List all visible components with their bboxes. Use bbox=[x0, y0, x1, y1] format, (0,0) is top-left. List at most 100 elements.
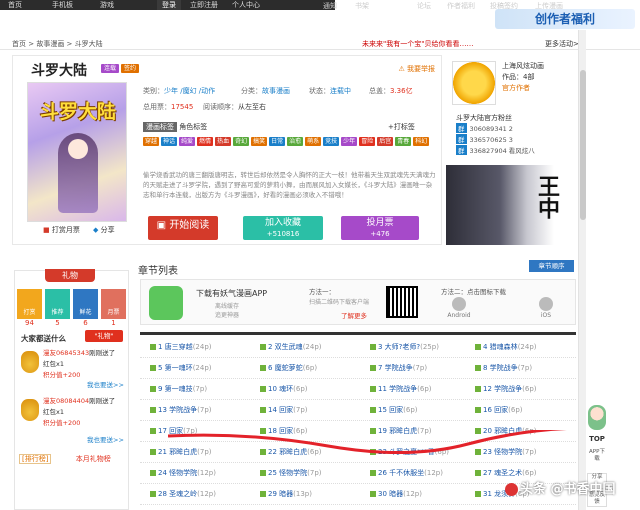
fan-group-1: 群 306089341 2 bbox=[456, 123, 513, 133]
promo-image[interactable]: 王中 bbox=[446, 165, 581, 245]
share-button[interactable]: ◆ 分享 bbox=[93, 225, 115, 235]
tip-button[interactable]: ■ 打赏月票 bbox=[43, 225, 80, 235]
report-link[interactable]: ⚠ 我要举报 bbox=[398, 64, 435, 74]
category-line: 分类：故事漫画 bbox=[241, 87, 290, 95]
android-download[interactable]: Android bbox=[439, 296, 479, 322]
ios-download[interactable]: iOS bbox=[526, 296, 566, 322]
tag-chip[interactable]: 萌系 bbox=[305, 137, 322, 146]
chapter-link[interactable]: 9 第一魂技(7p) bbox=[150, 384, 207, 394]
chapter-pages: (12p) bbox=[403, 490, 422, 498]
tag-chip[interactable]: 治愈 bbox=[287, 137, 304, 146]
learn-more-link[interactable]: 了解更多 bbox=[341, 310, 367, 320]
official-author-badge: 官方作者 bbox=[502, 84, 530, 92]
tag-chip[interactable]: 纯爱 bbox=[179, 137, 196, 146]
comic-cover[interactable]: 斗罗大陆 bbox=[27, 82, 127, 222]
tag-chip[interactable]: 后宫 bbox=[377, 137, 394, 146]
chapter-pages: (6p) bbox=[417, 385, 432, 393]
tag-chip[interactable]: 冒险 bbox=[359, 137, 376, 146]
send-gift-link[interactable]: 我也要送>> bbox=[87, 434, 124, 444]
tag-chip[interactable]: 奇幻 bbox=[233, 137, 250, 146]
gift-flower[interactable]: 鲜花 bbox=[73, 289, 98, 319]
news-ticker[interactable]: 未来来"我有一个宝"贝给你看看…… bbox=[362, 39, 473, 49]
author-name[interactable]: 上海风炫动画 bbox=[502, 61, 544, 71]
donor-user[interactable]: 漫友08084404 bbox=[43, 397, 89, 405]
register-link[interactable]: 立即注册 bbox=[190, 0, 218, 10]
chapter-link[interactable]: 12 学院战争(6p) bbox=[475, 384, 537, 394]
tag-chip[interactable]: 搞笑 bbox=[251, 137, 268, 146]
tag-chip[interactable]: 竞技 bbox=[323, 137, 340, 146]
chapter-title: 14 回家 bbox=[268, 406, 294, 414]
chapter-link[interactable]: 10 魂环(6p) bbox=[260, 384, 308, 394]
add-favorite-button[interactable]: 加入收藏 +510816 bbox=[243, 216, 323, 240]
chapter-link[interactable]: 6 魔蛇萝蛇(6p) bbox=[260, 363, 317, 373]
gift-monthly[interactable]: 月票 bbox=[101, 289, 126, 319]
nav-forum[interactable]: 论坛 bbox=[417, 1, 431, 11]
gift-tip[interactable]: 打赏 bbox=[17, 289, 42, 319]
monthly-gift-rank[interactable]: 本月礼物榜 bbox=[76, 455, 111, 463]
chapter-icon bbox=[150, 386, 156, 392]
chapter-pages: (7p) bbox=[293, 406, 308, 414]
nav-game[interactable]: 游戏 bbox=[100, 0, 114, 10]
chapter-pages: (7p) bbox=[412, 364, 428, 372]
chapter-link[interactable]: 29 暗器(13p) bbox=[260, 489, 312, 499]
gift-panel: 礼物 打赏 推荐 鲜花 月票 94 5 6 1 大家都送什么 "礼物" 漫友06… bbox=[14, 269, 129, 510]
back-to-top-button[interactable]: TOP bbox=[587, 435, 607, 443]
tag-chip[interactable]: 穿越 bbox=[143, 137, 160, 146]
breadcrumb-home[interactable]: 首页 bbox=[12, 40, 26, 48]
chapter-link[interactable]: 14 回家(7p) bbox=[260, 405, 308, 415]
comic-title: 斗罗大陆 bbox=[31, 63, 87, 79]
chapter-icon bbox=[150, 470, 156, 476]
tag-chip[interactable]: 神话 bbox=[161, 137, 178, 146]
chapter-link[interactable]: 13 学院战争(7p) bbox=[150, 405, 212, 415]
tag-chip[interactable]: 少年 bbox=[341, 137, 358, 146]
donor-user[interactable]: 漫友06845343 bbox=[43, 349, 89, 357]
scrollbar-thumb[interactable] bbox=[580, 70, 586, 220]
chapter-title: 28 圣魂之岭 bbox=[158, 490, 198, 498]
chapter-link[interactable]: 8 学院战争(7p) bbox=[475, 363, 532, 373]
method-two-title: 方法二：点击图标下载 bbox=[441, 288, 506, 296]
breadcrumb-category[interactable]: 故事漫画 bbox=[36, 40, 64, 48]
chapter-link[interactable]: 5 第一魂环(24p) bbox=[150, 363, 212, 373]
login-button[interactable]: 登录 bbox=[157, 0, 181, 10]
chapter-link[interactable]: 16 回家(6p) bbox=[475, 405, 523, 415]
nav-notice[interactable]: 通知 bbox=[323, 1, 337, 11]
chapter-link[interactable]: 30 暗器(12p) bbox=[370, 489, 422, 499]
mascot-icon[interactable] bbox=[588, 405, 606, 430]
nav-mobile[interactable]: 手机板 bbox=[52, 0, 73, 10]
app-mascot-icon[interactable] bbox=[149, 286, 183, 320]
chapter-link[interactable]: 4 猎魂森林(24p) bbox=[475, 342, 537, 352]
nav-author-benefit[interactable]: 作者福利 bbox=[447, 1, 475, 11]
tag-chip[interactable]: 燃情 bbox=[197, 137, 214, 146]
app-download-button[interactable]: APP下载 bbox=[587, 449, 607, 471]
chapter-title: 4 猎魂森林 bbox=[483, 343, 518, 351]
add-tag-button[interactable]: +打标签 bbox=[388, 122, 415, 132]
chapter-link[interactable]: 2 双生武魂(24p) bbox=[260, 342, 322, 352]
author-avatar[interactable] bbox=[452, 61, 496, 105]
chapter-link[interactable]: 7 学院战争(7p) bbox=[370, 363, 427, 373]
gift-ask-button[interactable]: "礼物" bbox=[85, 330, 123, 342]
chapter-icon bbox=[150, 449, 156, 455]
tag-chip[interactable]: 日常 bbox=[269, 137, 286, 146]
gift-recommend[interactable]: 推荐 bbox=[45, 289, 70, 319]
user-center-link[interactable]: 个人中心 bbox=[232, 0, 260, 10]
vote-monthly-button[interactable]: 投月票 +476 bbox=[341, 216, 419, 240]
start-reading-button[interactable]: ▣ 开始阅读 bbox=[148, 216, 218, 240]
tag-chip[interactable]: 科幻 bbox=[413, 137, 430, 146]
nav-home[interactable]: 首页 bbox=[8, 0, 22, 10]
tag-toggle-button[interactable]: 漫画标签 bbox=[143, 122, 177, 132]
ad-banner[interactable]: 创作者福利 bbox=[495, 9, 635, 29]
nav-shelf[interactable]: 书架 bbox=[355, 1, 369, 11]
chapter-link[interactable]: 15 回家(6p) bbox=[370, 405, 418, 415]
chapter-link[interactable]: 1 唐三穿越(24p) bbox=[150, 342, 212, 352]
send-gift-link[interactable]: 我也要送>> bbox=[87, 379, 124, 389]
chapter-icon bbox=[260, 407, 266, 413]
chapter-link[interactable]: 3 大师?老师?(25p) bbox=[370, 342, 439, 352]
chapter-link[interactable]: 28 圣魂之岭(12p) bbox=[150, 489, 216, 499]
chapter-link[interactable]: 11 学院战争(6p) bbox=[370, 384, 432, 394]
chapter-order-button[interactable]: 章节顺序 bbox=[529, 260, 574, 272]
chapter-pages: (6p) bbox=[522, 385, 537, 393]
tag-chip[interactable]: 热血 bbox=[215, 137, 232, 146]
rank-button[interactable]: [排行榜] bbox=[19, 454, 52, 464]
share-icon: ◆ bbox=[93, 226, 99, 234]
tag-chip[interactable]: 青春 bbox=[395, 137, 412, 146]
